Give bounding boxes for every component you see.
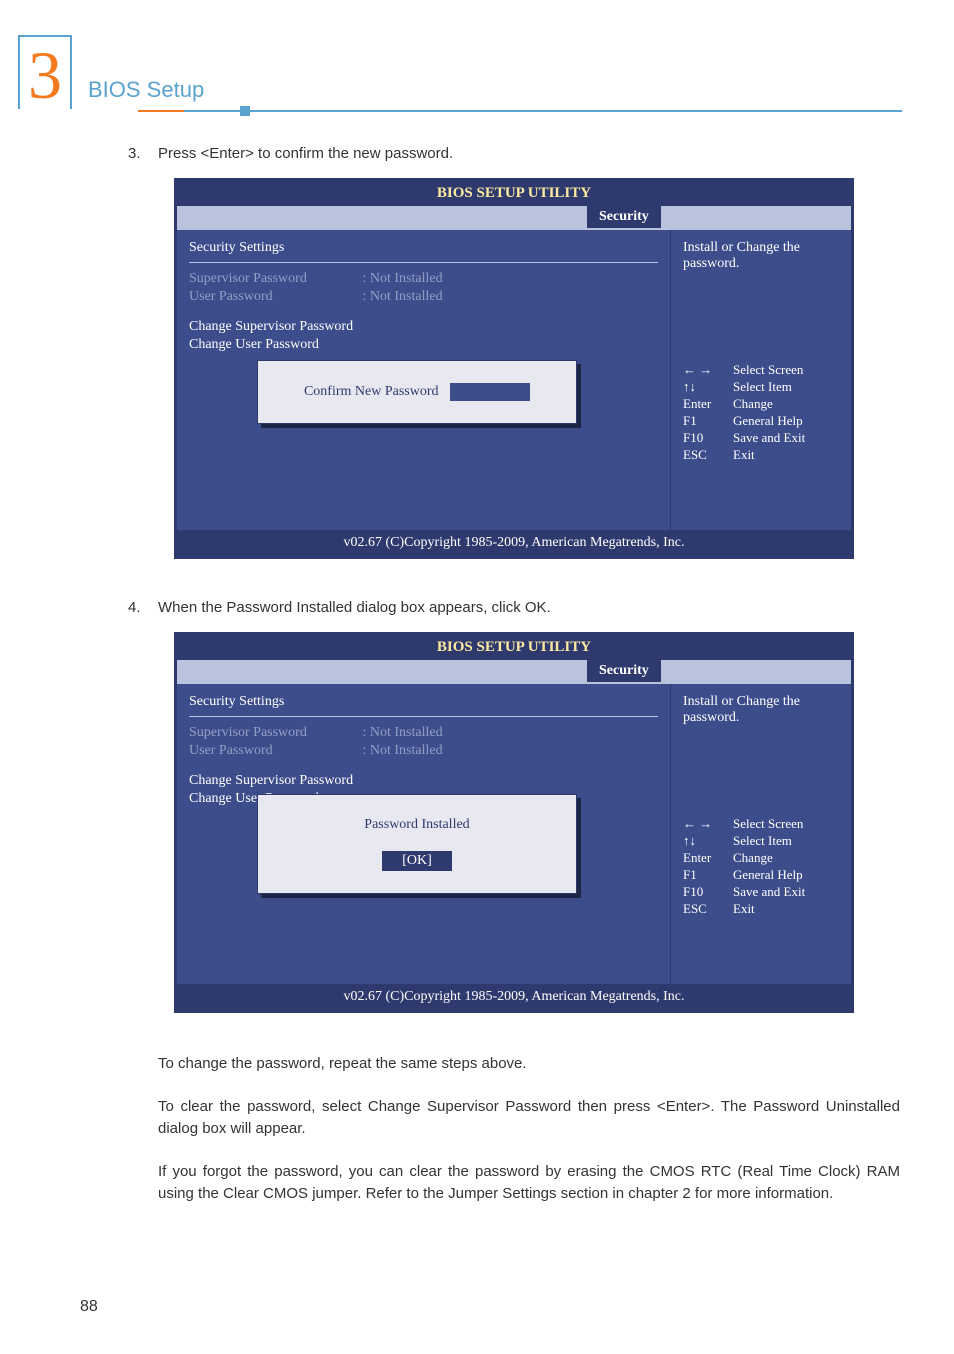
header-tick-icon xyxy=(240,106,250,116)
key: ↑↓ xyxy=(683,379,733,395)
bios-body: Security Settings Supervisor Password : … xyxy=(177,684,851,984)
desc: Select Item xyxy=(733,833,792,849)
paragraph-forgot: If you forgot the password, you can clea… xyxy=(158,1161,900,1206)
value: : Not Installed xyxy=(363,743,443,758)
desc: Change xyxy=(733,396,773,412)
desc: General Help xyxy=(733,413,803,429)
header-rule xyxy=(138,110,902,112)
step-number: 3. xyxy=(128,145,158,162)
bios-help-pane: Install or Change the password. ← →Selec… xyxy=(671,230,851,530)
bios-title: BIOS SETUP UTILITY xyxy=(177,635,851,660)
bios-title: BIOS SETUP UTILITY xyxy=(177,181,851,206)
page-number: 88 xyxy=(80,1298,98,1316)
user-password-row: User Password : Not Installed xyxy=(189,743,658,759)
step-text: When the Password Installed dialog box a… xyxy=(158,599,900,616)
desc: Save and Exit xyxy=(733,884,805,900)
chapter-number: 3 xyxy=(18,35,72,109)
key: F10 xyxy=(683,430,733,446)
key: ESC xyxy=(683,447,733,463)
help-text: Install or Change the password. xyxy=(683,694,839,726)
section-header: Security Settings xyxy=(189,694,658,717)
label: User Password xyxy=(189,289,359,305)
tab-security: Security xyxy=(587,206,661,228)
key: ↑↓ xyxy=(683,833,733,849)
menu-change-supervisor: Change Supervisor Password xyxy=(189,773,658,789)
menu-change-supervisor: Change Supervisor Password xyxy=(189,319,658,335)
key: F1 xyxy=(683,413,733,429)
key: F10 xyxy=(683,884,733,900)
help-text: Install or Change the password. xyxy=(683,240,839,272)
supervisor-password-row: Supervisor Password : Not Installed xyxy=(189,271,658,287)
step-3: 3. Press <Enter> to confirm the new pass… xyxy=(128,145,900,162)
user-password-row: User Password : Not Installed xyxy=(189,289,658,305)
key: ← → xyxy=(683,816,733,832)
page-content: 3. Press <Enter> to confirm the new pass… xyxy=(128,145,900,1226)
value: : Not Installed xyxy=(363,725,443,740)
desc: Select Screen xyxy=(733,362,803,378)
desc: Save and Exit xyxy=(733,430,805,446)
desc: Change xyxy=(733,850,773,866)
value: : Not Installed xyxy=(363,289,443,304)
section-header: Security Settings xyxy=(189,240,658,263)
step-4: 4. When the Password Installed dialog bo… xyxy=(128,599,900,616)
label: User Password xyxy=(189,743,359,759)
desc: Exit xyxy=(733,901,755,917)
label: Supervisor Password xyxy=(189,271,359,287)
label: Supervisor Password xyxy=(189,725,359,741)
supervisor-password-row: Supervisor Password : Not Installed xyxy=(189,725,658,741)
dialog-password-installed: Password Installed [OK] xyxy=(257,794,577,894)
bios-help-pane: Install or Change the password. ← →Selec… xyxy=(671,684,851,984)
tab-security: Security xyxy=(587,660,661,682)
bios-footer: v02.67 (C)Copyright 1985-2009, American … xyxy=(177,530,851,556)
dialog-label: Confirm New Password xyxy=(304,384,439,399)
menu-change-user: Change User Password xyxy=(189,337,658,353)
dialog-confirm-password: Confirm New Password xyxy=(257,360,577,424)
desc: Select Item xyxy=(733,379,792,395)
chapter-title: BIOS Setup xyxy=(88,77,204,103)
chapter-header: 3 BIOS Setup xyxy=(18,35,204,109)
key: F1 xyxy=(683,867,733,883)
dialog-label: Password Installed xyxy=(276,817,558,833)
paragraph-change: To change the password, repeat the same … xyxy=(158,1053,900,1076)
desc: Select Screen xyxy=(733,816,803,832)
step-text: Press <Enter> to confirm the new passwor… xyxy=(158,145,900,162)
key: Enter xyxy=(683,396,733,412)
bios-left-pane: Security Settings Supervisor Password : … xyxy=(177,684,671,984)
help-keys: ← →Select Screen ↑↓Select Item EnterChan… xyxy=(683,816,839,917)
key: ESC xyxy=(683,901,733,917)
key: ← → xyxy=(683,362,733,378)
bios-tabs: Security xyxy=(177,206,851,230)
desc: General Help xyxy=(733,867,803,883)
desc: Exit xyxy=(733,447,755,463)
bios-footer: v02.67 (C)Copyright 1985-2009, American … xyxy=(177,984,851,1010)
bios-left-pane: Security Settings Supervisor Password : … xyxy=(177,230,671,530)
bios-tabs: Security xyxy=(177,660,851,684)
help-keys: ← →Select Screen ↑↓Select Item EnterChan… xyxy=(683,362,839,463)
value: : Not Installed xyxy=(363,271,443,286)
bios-screenshot-confirm-password: BIOS SETUP UTILITY Security Security Set… xyxy=(174,178,854,559)
bios-screenshot-password-installed: BIOS SETUP UTILITY Security Security Set… xyxy=(174,632,854,1013)
key: Enter xyxy=(683,850,733,866)
bios-body: Security Settings Supervisor Password : … xyxy=(177,230,851,530)
password-input xyxy=(450,383,530,401)
ok-button: [OK] xyxy=(382,851,452,871)
paragraph-clear: To clear the password, select Change Sup… xyxy=(158,1096,900,1141)
step-number: 4. xyxy=(128,599,158,616)
